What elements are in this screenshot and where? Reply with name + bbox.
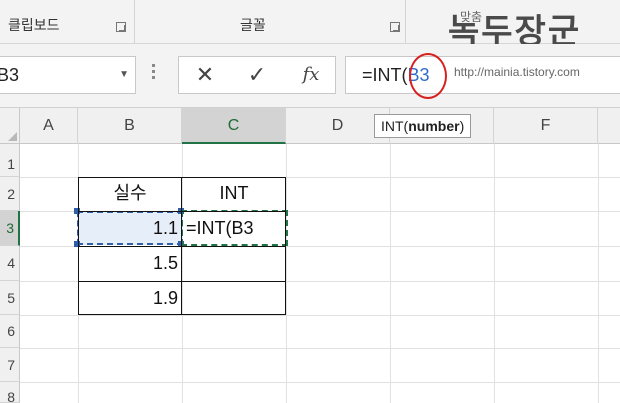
url-overlay: http://mainia.tistory.com	[454, 65, 580, 79]
column-header-c[interactable]: C	[182, 108, 286, 144]
annotation-red-circle	[409, 53, 447, 99]
formula-input[interactable]: =INT(B3 http://mainia.tistory.com	[345, 56, 620, 94]
row-header-3[interactable]: 3	[0, 211, 20, 246]
table-header-real[interactable]: 실수	[78, 177, 182, 210]
formula-bar: B3 ▼ ✕ ✓ fx =INT(B3 http://mainia.tistor…	[0, 44, 620, 108]
formula-text: =INT(	[362, 65, 408, 85]
column-header-a[interactable]: A	[20, 108, 78, 144]
row-header-4[interactable]: 4	[0, 246, 20, 281]
drag-handle-icon[interactable]	[152, 64, 156, 82]
select-all-corner[interactable]	[0, 108, 20, 144]
row-header-6[interactable]: 6	[0, 315, 20, 348]
cell-b4[interactable]: 1.5	[78, 247, 178, 280]
enter-check-icon[interactable]: ✓	[237, 57, 277, 93]
row-header-1[interactable]: 1	[0, 144, 20, 177]
column-header-b[interactable]: B	[78, 108, 182, 144]
watermark-small-text: 맞춤	[460, 10, 483, 24]
function-tooltip: INT(number)	[374, 114, 472, 138]
cell-b5[interactable]: 1.9	[78, 282, 178, 315]
row-header-2[interactable]: 2	[0, 177, 20, 211]
formula-buttons: ✕ ✓ fx	[178, 56, 336, 94]
cancel-x-icon[interactable]: ✕	[185, 57, 225, 93]
ribbon: 클립보드 글꼴 맞춤 녹두장군	[0, 0, 620, 52]
table-header-int[interactable]: INT	[182, 177, 286, 210]
insert-function-button[interactable]: fx	[291, 57, 331, 93]
clipboard-launcher-icon[interactable]	[116, 22, 126, 32]
column-header-f[interactable]: F	[494, 108, 598, 144]
cell-c3-editing-text[interactable]: =INT(B3	[186, 212, 284, 245]
row-header-7[interactable]: 7	[0, 348, 20, 382]
tooltip-argument[interactable]: number	[408, 118, 459, 134]
column-header-row: A B C D E F INT(number)	[0, 108, 620, 144]
column-header-g[interactable]	[598, 108, 620, 144]
ribbon-separator	[405, 0, 406, 44]
ribbon-group-clipboard: 클립보드	[8, 17, 60, 33]
cell-b3[interactable]: 1.1	[78, 212, 178, 245]
name-box[interactable]: B3 ▼	[0, 56, 136, 94]
tooltip-close: )	[459, 118, 465, 134]
ribbon-separator	[134, 0, 135, 44]
tooltip-function: INT(	[381, 118, 409, 134]
chevron-down-icon[interactable]: ▼	[119, 57, 129, 93]
name-box-value: B3	[0, 65, 20, 85]
row-header-5[interactable]: 5	[0, 281, 20, 315]
row-header-8[interactable]: 8	[0, 382, 20, 403]
font-launcher-icon[interactable]	[390, 22, 400, 32]
ribbon-group-font: 글꼴	[240, 17, 266, 33]
